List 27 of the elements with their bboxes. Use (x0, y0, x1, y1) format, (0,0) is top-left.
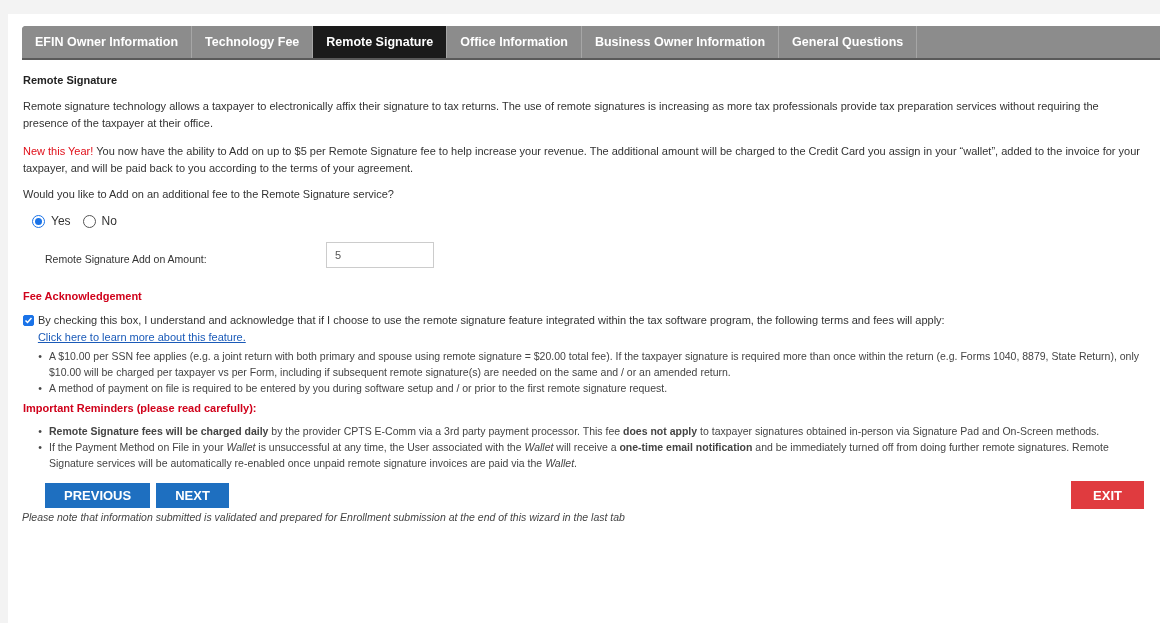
fee-term: A $10.00 per SSN fee applies (e.g. a joint return with both primary and spouse using remote signature = $20.00 total fee). If the taxpayer signature is required more than once within the return (e.g. Forms 1040, 8879, State Return), only $10.00 will be charged per taxpayer vs per Form, including if subsequent remote signature(s) are needed on the same and / or an amended return. (49, 349, 1140, 380)
reminder-item: If the Payment Method on File in your Wallet is unsuccessful at any time, the User associated with the Wallet will receive a one-time email notification and be immediately turned off from doing further remote signatures. Remote Signature services will be automatically re-enabled once unpaid remote signature invoices are paid via the Wallet. (49, 440, 1110, 471)
section-title: Remote Signature (23, 73, 119, 88)
previous-button[interactable]: PREVIOUS (45, 482, 151, 508)
fee-term: A method of payment on file is required to be entered by you during software setup and / or prior to the first remote signature request. (49, 381, 668, 396)
question-text: Would you like to Add on an additional fee to the Remote Signature service? (23, 187, 395, 202)
radio-option[interactable]: No (82, 213, 117, 230)
section-heading: Important Reminders (please read carefully): (23, 401, 258, 416)
section-heading: Fee Acknowledgement (23, 289, 143, 304)
next-button[interactable]: NEXT (156, 482, 229, 508)
bullet: • (37, 349, 43, 364)
amount-input[interactable]: 5 (326, 242, 434, 268)
footnote: Please note that information submitted is validated and prepared for Enrollment submission at the end of this wizard in the last tab (22, 511, 626, 523)
tab[interactable]: Remote Signature (313, 26, 448, 58)
radio-option[interactable]: Yes (32, 213, 71, 230)
bullet: • (37, 440, 43, 455)
exit-button[interactable]: EXIT (1071, 481, 1144, 509)
field-label: Remote Signature Add on Amount: (45, 251, 208, 267)
bullet: • (37, 381, 43, 396)
tab[interactable]: EFIN Owner Information (22, 26, 193, 58)
reminder-item: Remote Signature fees will be charged daily by the provider CPTS E-Comm via a 3rd party payment processor. This fee does not apply to taxpayer signatures obtained in-person via Signature Pad and On-Screen methods. (49, 424, 1100, 439)
learn-more-link[interactable]: Click here to learn more about this feature. (37, 331, 246, 343)
acknowledgement-text: By checking this box, I understand and acknowledge that if I choose to use the remote signature feature integrated within the tax software program, the following terms and fees will apply: Click here to learn more about this feature. (37, 313, 946, 345)
checkbox[interactable] (23, 315, 34, 326)
notice-paragraph: New this Year! You now have the ability to Add on up to $5 per Remote Signature fee to help increase your revenue. The additional amount will be charged to the Credit Card you assign in your “wallet”, added to the invoice for your taxpayer, and will be paid back to you according to the terms of your agreement. (23, 144, 1140, 176)
bullet: • (37, 424, 43, 439)
intro-paragraph: Remote signature technology allows a taxpayer to electronically affix their signature to tax returns. The use of remote signatures is increasing as more tax professionals provide tax preparation services without requiring the presence of the taxpayer at their office. (23, 99, 1100, 131)
